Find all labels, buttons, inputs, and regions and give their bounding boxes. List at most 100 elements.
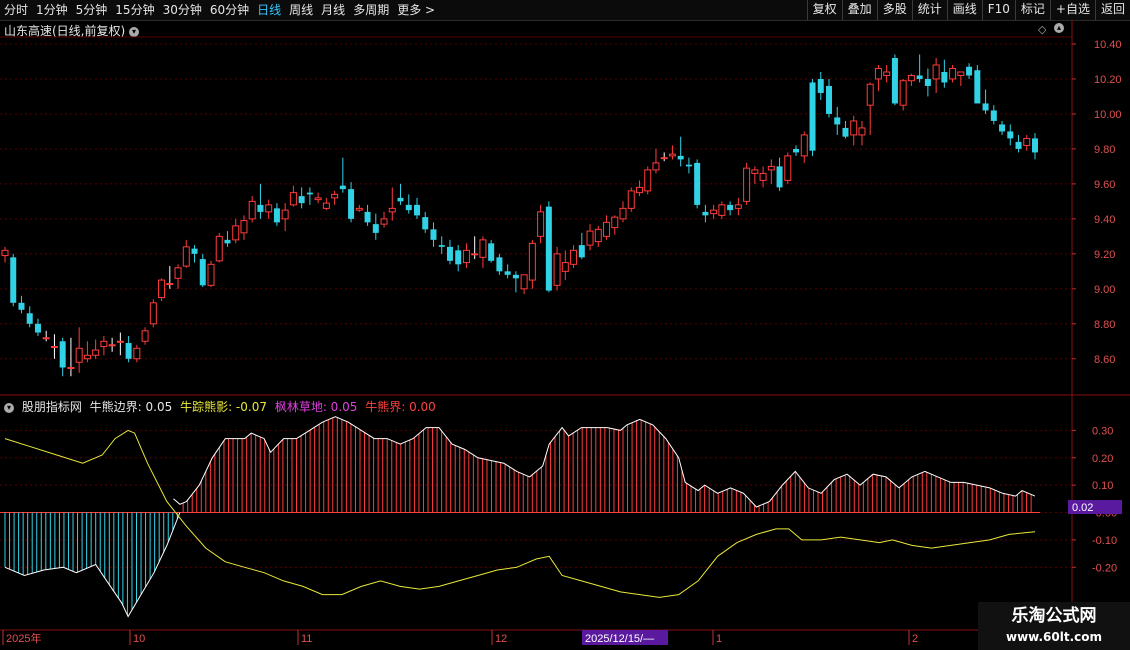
indicator-tick-label: -0.10 — [1092, 535, 1117, 547]
candle-body — [553, 253, 561, 286]
candle-body — [215, 235, 223, 262]
candle-body — [462, 249, 470, 264]
candle-body — [809, 82, 816, 151]
candle-down — [941, 59, 948, 88]
indicator-tick-label: 0.10 — [1092, 480, 1113, 492]
candle-up — [388, 187, 396, 221]
candle-down — [34, 318, 41, 337]
candle-body — [866, 83, 874, 106]
candle-down — [488, 239, 495, 263]
candle-body — [520, 274, 528, 290]
watermark-line2: www.60lt.com — [1005, 630, 1103, 644]
candle-down — [504, 264, 511, 279]
candle-up — [899, 78, 907, 111]
candle-body — [496, 257, 503, 272]
candle-down — [455, 245, 462, 272]
candle-body — [232, 225, 240, 241]
candle-body — [957, 71, 965, 76]
candle-up — [561, 250, 569, 281]
indicator-tick-label: 0.20 — [1092, 453, 1113, 465]
candle-up — [281, 203, 289, 232]
candle-body — [405, 204, 412, 211]
candle-up — [718, 201, 726, 219]
candle-body — [331, 193, 339, 199]
candle-body — [941, 71, 948, 83]
candle-up — [627, 187, 635, 212]
candle-body — [59, 341, 66, 368]
candle-body — [685, 164, 692, 167]
candle-body — [67, 367, 75, 370]
candle-body — [982, 103, 989, 111]
candle-body — [133, 347, 141, 360]
candle-down — [924, 68, 931, 97]
candle-down — [18, 295, 25, 314]
candle-body — [504, 271, 511, 275]
candle-up — [232, 218, 240, 244]
candle-body — [594, 228, 602, 243]
candle-body — [677, 155, 684, 160]
candle-down — [10, 253, 17, 307]
price-tick-label: 9.40 — [1094, 214, 1115, 226]
candle-body — [635, 186, 643, 194]
candle-up — [116, 332, 124, 356]
candle-down — [842, 120, 849, 139]
candle-up — [652, 148, 660, 174]
candle-up — [611, 215, 619, 235]
candle-up — [166, 266, 174, 289]
candle-up — [528, 239, 536, 289]
candle-down — [405, 194, 412, 214]
indicator-tick-label: -0.20 — [1092, 562, 1117, 574]
candle-body — [298, 196, 305, 204]
candle-body — [248, 200, 256, 220]
candle-down — [793, 145, 800, 156]
candle-down — [727, 201, 734, 216]
candle-up — [67, 337, 75, 377]
candle-body — [767, 165, 775, 171]
candle-down — [199, 253, 206, 288]
candle-body — [355, 207, 363, 211]
candle-body — [627, 190, 635, 209]
candle-up — [594, 225, 602, 247]
candle-up — [668, 145, 676, 160]
candle-up — [784, 152, 792, 184]
candle-up — [133, 344, 141, 363]
candle-up — [635, 180, 643, 197]
candle-down — [578, 232, 585, 260]
candle-body — [166, 283, 174, 286]
candle-up — [207, 260, 215, 288]
candle-body — [388, 207, 396, 213]
candle-up — [92, 339, 100, 359]
candle-body — [907, 74, 915, 82]
candle-up — [537, 204, 545, 244]
candle-down — [1007, 124, 1014, 146]
candle-down — [694, 159, 701, 209]
candle-up — [957, 71, 965, 86]
candle-body — [891, 57, 898, 104]
candle-up — [603, 215, 611, 240]
candle-up — [158, 278, 166, 302]
indicator-tick-label: 0.30 — [1092, 425, 1113, 437]
candle-down — [826, 78, 832, 118]
candle-body — [537, 211, 545, 237]
candle-up — [874, 64, 882, 92]
candle-body — [224, 239, 231, 244]
candle-body — [380, 218, 388, 225]
candle-body — [694, 162, 701, 205]
candle-body — [800, 134, 808, 157]
candle-body — [776, 166, 783, 188]
price-tick-label: 8.80 — [1094, 319, 1115, 331]
kline-chart[interactable]: 10.4010.2010.009.809.609.409.209.008.808… — [0, 0, 1130, 650]
candle-body — [949, 67, 957, 80]
candle-up — [355, 204, 363, 212]
candle-down — [1015, 134, 1022, 153]
candle-body — [273, 208, 280, 223]
candle-body — [438, 245, 445, 247]
candle-body — [578, 245, 585, 258]
candle-body — [455, 250, 462, 265]
candle-body — [990, 110, 997, 121]
candle-down — [257, 183, 264, 219]
candle-down — [702, 204, 709, 223]
candle-up — [553, 246, 561, 291]
candle-up — [331, 190, 339, 205]
candle-body — [570, 249, 578, 265]
